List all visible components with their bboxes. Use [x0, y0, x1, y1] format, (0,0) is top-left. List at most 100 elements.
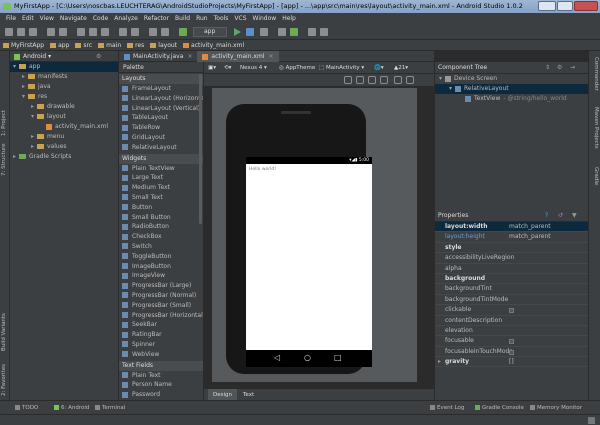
theme-select[interactable]: ◎ AppTheme — [279, 62, 315, 74]
breadcrumb-item[interactable]: activity_main.xml — [180, 40, 247, 51]
palette-item[interactable]: ProgressBar (Large) — [119, 281, 203, 291]
tree-item-gradle-scripts[interactable]: ▸ Gradle Scripts — [10, 152, 118, 162]
component-tree-item[interactable]: ▾ Device Screen — [435, 74, 588, 84]
palette-item[interactable]: ProgressBar (Horizontal) — [119, 311, 203, 321]
save-icon[interactable] — [17, 28, 25, 36]
property-row[interactable]: layout:width match_parent — [435, 222, 588, 233]
tree-item-layout[interactable]: ▾ layout — [10, 112, 118, 122]
palette-item[interactable]: GridLayout — [119, 133, 203, 143]
project-tool-button[interactable]: 1: Project — [1, 110, 7, 136]
run-icon[interactable] — [234, 28, 241, 36]
api-select[interactable]: ▲21▾ — [394, 62, 408, 74]
activity-select[interactable]: ⬚ MainActivity ▾ — [319, 62, 364, 74]
redo-icon[interactable] — [59, 28, 67, 36]
menu-navigate[interactable]: Navigate — [60, 15, 87, 22]
palette-item[interactable]: Large Text — [119, 173, 203, 183]
breadcrumb-item[interactable]: res — [124, 40, 147, 51]
find-icon[interactable] — [119, 28, 127, 36]
palette-item[interactable]: WebView — [119, 350, 203, 360]
menu-build[interactable]: Build — [175, 15, 190, 22]
locale-icon[interactable]: 🌐▾ — [374, 62, 384, 74]
breadcrumb-item[interactable]: MyFirstApp — [0, 40, 47, 51]
filter-icon[interactable]: ▼ — [572, 210, 577, 222]
tree-item-activity-main-xml[interactable]: activity_main.xml — [10, 122, 118, 132]
menu-code[interactable]: Code — [93, 15, 108, 22]
palette-item[interactable]: LinearLayout (Horizontal) — [119, 94, 203, 104]
help-icon[interactable]: ? — [545, 210, 548, 222]
palette-item[interactable]: LinearLayout (Vertical) — [119, 104, 203, 114]
property-row[interactable]: ▸ gravity [] — [435, 357, 588, 368]
zoom-fit-icon[interactable] — [344, 76, 352, 84]
property-value[interactable]: match_parent — [509, 222, 551, 232]
palette-item[interactable]: SeekBar — [119, 320, 203, 330]
render-options-icon[interactable]: ▣▾ — [208, 62, 216, 74]
palette-scrollbar[interactable] — [199, 74, 202, 224]
commander-tool-button[interactable]: Commander — [593, 57, 599, 91]
breadcrumb-item[interactable]: main — [95, 40, 124, 51]
property-row[interactable]: accessibilityLiveRegion — [435, 253, 588, 264]
property-row[interactable]: alpha — [435, 264, 588, 274]
tree-item-java[interactable]: ▸ java — [10, 82, 118, 92]
palette-item[interactable]: Person Name — [119, 380, 203, 390]
property-row[interactable]: style — [435, 243, 588, 254]
paste-icon[interactable] — [101, 28, 109, 36]
design-canvas[interactable]: ▾◢▮ 5:00 Hello world! ◁ ○ □ — [212, 88, 417, 382]
palette-item[interactable]: RelativeLayout — [119, 143, 203, 153]
property-row[interactable]: clickable — [435, 305, 588, 316]
cut-icon[interactable] — [77, 28, 85, 36]
refresh-icon[interactable] — [394, 76, 402, 84]
property-checkbox[interactable] — [509, 349, 514, 355]
undo-icon[interactable] — [47, 28, 55, 36]
close-tab-icon[interactable]: × — [269, 53, 274, 60]
forward-icon[interactable] — [161, 28, 169, 36]
palette-item[interactable]: TableLayout — [119, 113, 203, 123]
run-config-select[interactable]: app — [193, 27, 227, 37]
property-row[interactable]: focusable — [435, 336, 588, 347]
help-icon[interactable] — [320, 28, 328, 36]
open-icon[interactable] — [5, 28, 13, 36]
event-log-tool-button[interactable]: Event Log — [430, 401, 464, 415]
make-project-icon[interactable] — [179, 28, 187, 36]
palette-item[interactable]: FrameLayout — [119, 84, 203, 94]
palette-item[interactable]: Medium Text — [119, 183, 203, 193]
editor-tab[interactable]: MainActivity.java × — [119, 51, 197, 62]
maven-tool-button[interactable]: Maven Projects — [593, 107, 599, 149]
tree-item-res[interactable]: ▾ res — [10, 92, 118, 102]
property-row[interactable]: background — [435, 274, 588, 285]
property-row[interactable]: focusableInTouchMode — [435, 347, 588, 358]
component-tree-item[interactable]: ▾ RelativeLayout — [435, 84, 588, 94]
menu-edit[interactable]: Edit — [22, 15, 34, 22]
palette-item[interactable]: Small Text — [119, 193, 203, 203]
palette-category[interactable]: Text Fields — [119, 360, 203, 371]
palette-item[interactable]: ProgressBar (Normal) — [119, 291, 203, 301]
restore-default-icon[interactable]: ↺ — [558, 210, 563, 222]
structure-tool-button[interactable]: 7: Structure — [1, 143, 7, 176]
back-icon[interactable] — [149, 28, 157, 36]
terminal-tool-button[interactable]: Terminal — [95, 401, 125, 415]
favorites-tool-button[interactable]: 2: Favorites — [1, 364, 7, 396]
palette-item[interactable]: RadioButton — [119, 222, 203, 232]
palette-item[interactable]: ToggleButton — [119, 252, 203, 262]
menu-refactor[interactable]: Refactor — [144, 15, 169, 22]
property-row[interactable]: contentDescription — [435, 316, 588, 326]
copy-icon[interactable] — [89, 28, 97, 36]
expand-all-icon[interactable]: ⇕ — [545, 62, 550, 74]
property-row[interactable]: backgroundTintMode — [435, 295, 588, 306]
palette-item[interactable]: Password — [119, 390, 203, 400]
menu-tools[interactable]: Tools — [214, 15, 229, 22]
menu-analyze[interactable]: Analyze — [114, 15, 138, 22]
debug-icon[interactable] — [246, 28, 254, 36]
memory-monitor-tool-button[interactable]: Memory Monitor — [530, 401, 582, 415]
menu-help[interactable]: Help — [282, 15, 296, 22]
close-button[interactable] — [574, 1, 598, 11]
palette-item[interactable]: Switch — [119, 242, 203, 252]
hello-textview[interactable]: Hello world! — [246, 164, 372, 175]
zoom-actual-icon[interactable] — [356, 76, 364, 84]
build-variants-tool-button[interactable]: Build Variants — [1, 313, 7, 351]
breadcrumb-item[interactable]: layout — [147, 40, 180, 51]
palette-item[interactable]: RatingBar — [119, 330, 203, 340]
palette-category[interactable]: Widgets — [119, 153, 203, 164]
close-tab-icon[interactable]: × — [187, 53, 192, 60]
tree-item-manifests[interactable]: ▸ manifests — [10, 72, 118, 82]
settings-icon[interactable]: ⚙ — [96, 51, 101, 62]
